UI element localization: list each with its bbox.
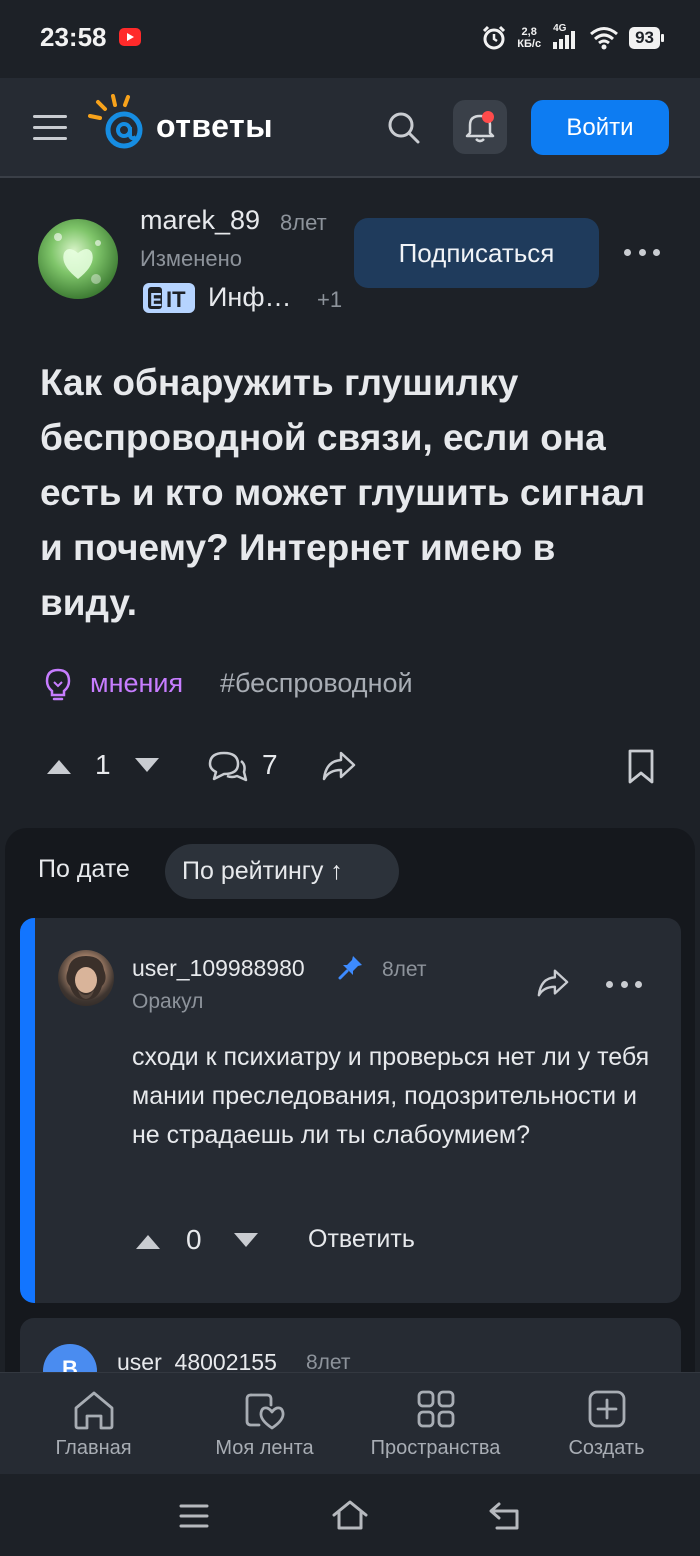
sort-by-rating[interactable]: По рейтингу ↑ <box>165 844 399 899</box>
login-button[interactable]: Войти <box>531 100 669 155</box>
lightbulb-icon <box>45 668 71 701</box>
net-speed-unit: КБ/с <box>517 38 542 50</box>
share-icon[interactable] <box>320 748 358 784</box>
upvote-icon[interactable] <box>44 756 74 776</box>
answer-vote-count: 0 <box>186 1224 202 1255</box>
plus-square-icon <box>588 1390 625 1428</box>
logo[interactable]: ответы <box>88 92 288 162</box>
recent-apps-icon[interactable] <box>178 1502 210 1530</box>
nav-feed[interactable]: Моя лента <box>177 1373 352 1475</box>
cell-signal-icon: 4G <box>551 23 579 51</box>
pin-icon <box>338 956 362 980</box>
answer-text: сходи к психиатру и проверься нет ли у т… <box>132 1043 650 1149</box>
nav-spaces-label: Пространства <box>370 1437 501 1459</box>
youtube-notification-icon <box>119 28 141 46</box>
alarm-icon <box>483 25 506 50</box>
svg-text:IT: IT <box>166 287 186 312</box>
nav-home[interactable]: Главная <box>6 1373 181 1475</box>
back-icon[interactable] <box>487 1500 523 1532</box>
question-comment-count: 7 <box>262 749 278 780</box>
answer-more-options-icon[interactable] <box>606 981 642 991</box>
notifications-button[interactable] <box>453 100 507 154</box>
author-avatar[interactable] <box>38 219 118 299</box>
app-header: ответы Войти <box>0 78 700 178</box>
answer-age: 8лет <box>382 958 427 981</box>
answer-author-rank: Оракул <box>132 990 204 1013</box>
bell-icon <box>465 111 495 143</box>
category-label[interactable]: Инф… <box>208 282 292 313</box>
more-options-icon[interactable] <box>624 249 660 259</box>
svg-text:E: E <box>150 290 162 310</box>
answer-upvote-icon[interactable] <box>133 1231 163 1251</box>
question-vote-count: 1 <box>95 749 111 780</box>
answer-share-icon[interactable] <box>534 966 572 1000</box>
comments-icon[interactable] <box>206 748 250 786</box>
menu-icon[interactable] <box>33 115 67 141</box>
bookmark-icon[interactable] <box>626 748 656 786</box>
nav-home-label: Главная <box>55 1437 132 1459</box>
question-age: 8лет <box>280 210 327 235</box>
sort-by-date[interactable]: По дате <box>38 855 130 884</box>
answer-author-name[interactable]: user_109988980 <box>132 955 305 982</box>
nav-create[interactable]: Создать <box>519 1373 694 1475</box>
grid-icon <box>417 1390 454 1428</box>
hashtag-link[interactable]: #беспроводной <box>220 668 413 699</box>
battery-indicator: 93 <box>629 27 664 49</box>
system-navigation-bar <box>0 1474 700 1556</box>
best-answer-marker <box>20 918 35 1303</box>
wifi-icon <box>590 27 619 50</box>
author-name[interactable]: marek_89 <box>140 205 260 236</box>
search-icon[interactable] <box>384 108 424 148</box>
bottom-navigation: Главная Моя лента Пространства Создать <box>0 1372 700 1474</box>
home-icon <box>74 1391 113 1430</box>
reply-button[interactable]: Ответить <box>308 1225 415 1254</box>
nav-feed-label: Моя лента <box>215 1437 314 1459</box>
logo-sun-icon <box>88 94 143 149</box>
category-extra-count[interactable]: +1 <box>317 287 342 313</box>
logo-text: ответы <box>156 108 274 144</box>
answer-downvote-icon[interactable] <box>231 1231 261 1251</box>
downvote-icon[interactable] <box>132 756 162 776</box>
status-time: 23:58 <box>40 22 107 52</box>
nav-spaces[interactable]: Пространства <box>348 1373 523 1475</box>
net-speed-value: 2,8 <box>521 26 537 38</box>
home-system-icon[interactable] <box>330 1498 370 1532</box>
heart-feed-icon <box>245 1393 284 1430</box>
it-category-icon: E IT <box>143 283 195 313</box>
network-speed: 2,8 КБ/с <box>517 26 541 50</box>
answer-author-avatar[interactable] <box>58 950 114 1006</box>
status-bar: 23:58 2,8 КБ/с 4G 93 <box>0 0 700 78</box>
question-title: Как обнаружить глушилку беспроводной свя… <box>40 362 646 623</box>
subscribe-button[interactable]: Подписаться <box>354 218 599 288</box>
nav-create-label: Создать <box>568 1437 645 1459</box>
edited-label: Изменено <box>140 246 243 271</box>
opinion-tag[interactable]: мнения <box>90 668 183 699</box>
